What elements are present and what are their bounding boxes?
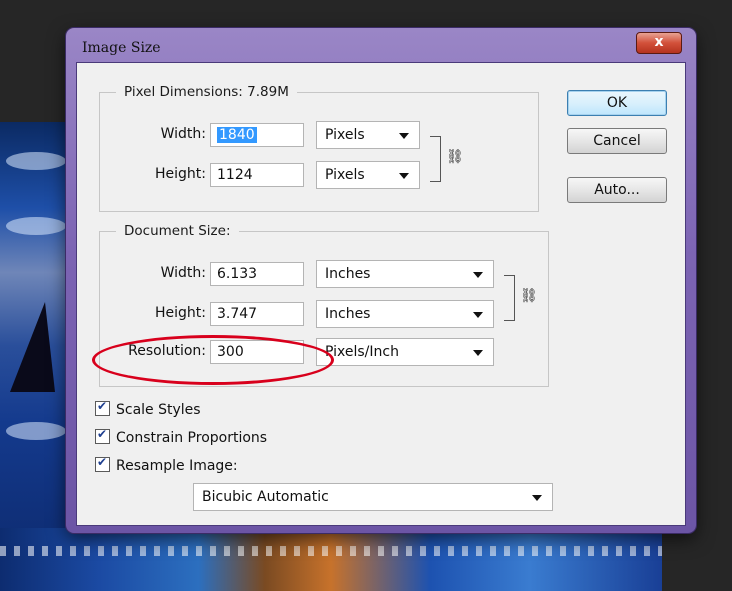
pixel-width-field[interactable]: 1840 — [210, 123, 304, 147]
pixel-width-unit-dropdown[interactable]: Pixels — [316, 121, 420, 149]
resample-method-dropdown[interactable]: Bicubic Automatic — [193, 483, 553, 511]
close-button[interactable]: x — [636, 32, 682, 54]
resolution-highlight-annotation — [92, 335, 334, 385]
checkbox-checked-icon — [95, 399, 110, 416]
constrain-proportions-checkbox[interactable]: Constrain Proportions — [95, 427, 267, 446]
artwork-fin — [10, 302, 55, 392]
chevron-down-icon — [473, 272, 483, 278]
ok-button[interactable]: OK — [567, 90, 667, 116]
chevron-down-icon — [473, 350, 483, 356]
doc-height-field[interactable]: 3.747 — [210, 302, 304, 326]
artwork-ropes — [0, 546, 662, 556]
pixel-dimensions-group: Pixel Dimensions: 7.89M Width: 1840 Pixe… — [99, 84, 539, 212]
chevron-down-icon — [532, 495, 542, 501]
doc-width-unit-dropdown[interactable]: Inches — [316, 260, 494, 288]
chain-link-icon: ⛓ — [446, 149, 464, 165]
resolution-unit-dropdown[interactable]: Pixels/Inch — [316, 338, 494, 366]
cancel-button[interactable]: Cancel — [567, 128, 667, 154]
document-size-title: Document Size: — [116, 223, 239, 239]
pixel-height-value: 1124 — [217, 167, 253, 183]
chevron-down-icon — [399, 173, 409, 179]
doc-width-unit: Inches — [325, 266, 371, 282]
chain-bracket — [430, 136, 441, 182]
resample-method-value: Bicubic Automatic — [202, 489, 329, 505]
artwork-foam — [6, 152, 66, 170]
pixel-dimensions-title: Pixel Dimensions: 7.89M — [116, 84, 297, 100]
artwork-bottom-strip — [0, 528, 662, 591]
pixel-height-label: Height: — [155, 166, 206, 182]
resample-image-label: Resample Image: — [116, 458, 238, 474]
checkbox-checked-icon — [95, 455, 110, 472]
doc-height-value: 3.747 — [217, 306, 258, 322]
chain-link-icon: ⛓ — [520, 288, 538, 304]
doc-width-value: 6.133 — [217, 266, 258, 282]
dialog-title: Image Size — [82, 40, 161, 56]
pixel-height-unit-dropdown[interactable]: Pixels — [316, 161, 420, 189]
doc-height-unit: Inches — [325, 306, 371, 322]
pixel-height-unit: Pixels — [325, 167, 365, 183]
chevron-down-icon — [473, 312, 483, 318]
checkbox-checked-icon — [95, 427, 110, 444]
doc-height-unit-dropdown[interactable]: Inches — [316, 300, 494, 328]
artwork-foam — [6, 422, 66, 440]
auto-button[interactable]: Auto... — [567, 177, 667, 203]
resample-image-checkbox[interactable]: Resample Image: — [95, 455, 238, 474]
pixel-width-value: 1840 — [217, 127, 257, 143]
chain-bracket — [504, 275, 515, 321]
doc-width-field[interactable]: 6.133 — [210, 262, 304, 286]
chevron-down-icon — [399, 133, 409, 139]
constrain-proportions-label: Constrain Proportions — [116, 430, 268, 446]
doc-height-label: Height: — [155, 305, 206, 321]
pixel-width-unit: Pixels — [325, 127, 365, 143]
resolution-unit: Pixels/Inch — [325, 344, 399, 360]
pixel-width-label: Width: — [160, 126, 206, 142]
scale-styles-checkbox[interactable]: Scale Styles — [95, 399, 201, 418]
doc-width-label: Width: — [160, 265, 206, 281]
scale-styles-label: Scale Styles — [116, 402, 201, 418]
artwork-foam — [6, 217, 66, 235]
image-size-dialog: Image Size x Pixel Dimensions: 7.89M Wid… — [66, 28, 696, 533]
pixel-height-field[interactable]: 1124 — [210, 163, 304, 187]
dialog-body: Pixel Dimensions: 7.89M Width: 1840 Pixe… — [76, 62, 686, 526]
